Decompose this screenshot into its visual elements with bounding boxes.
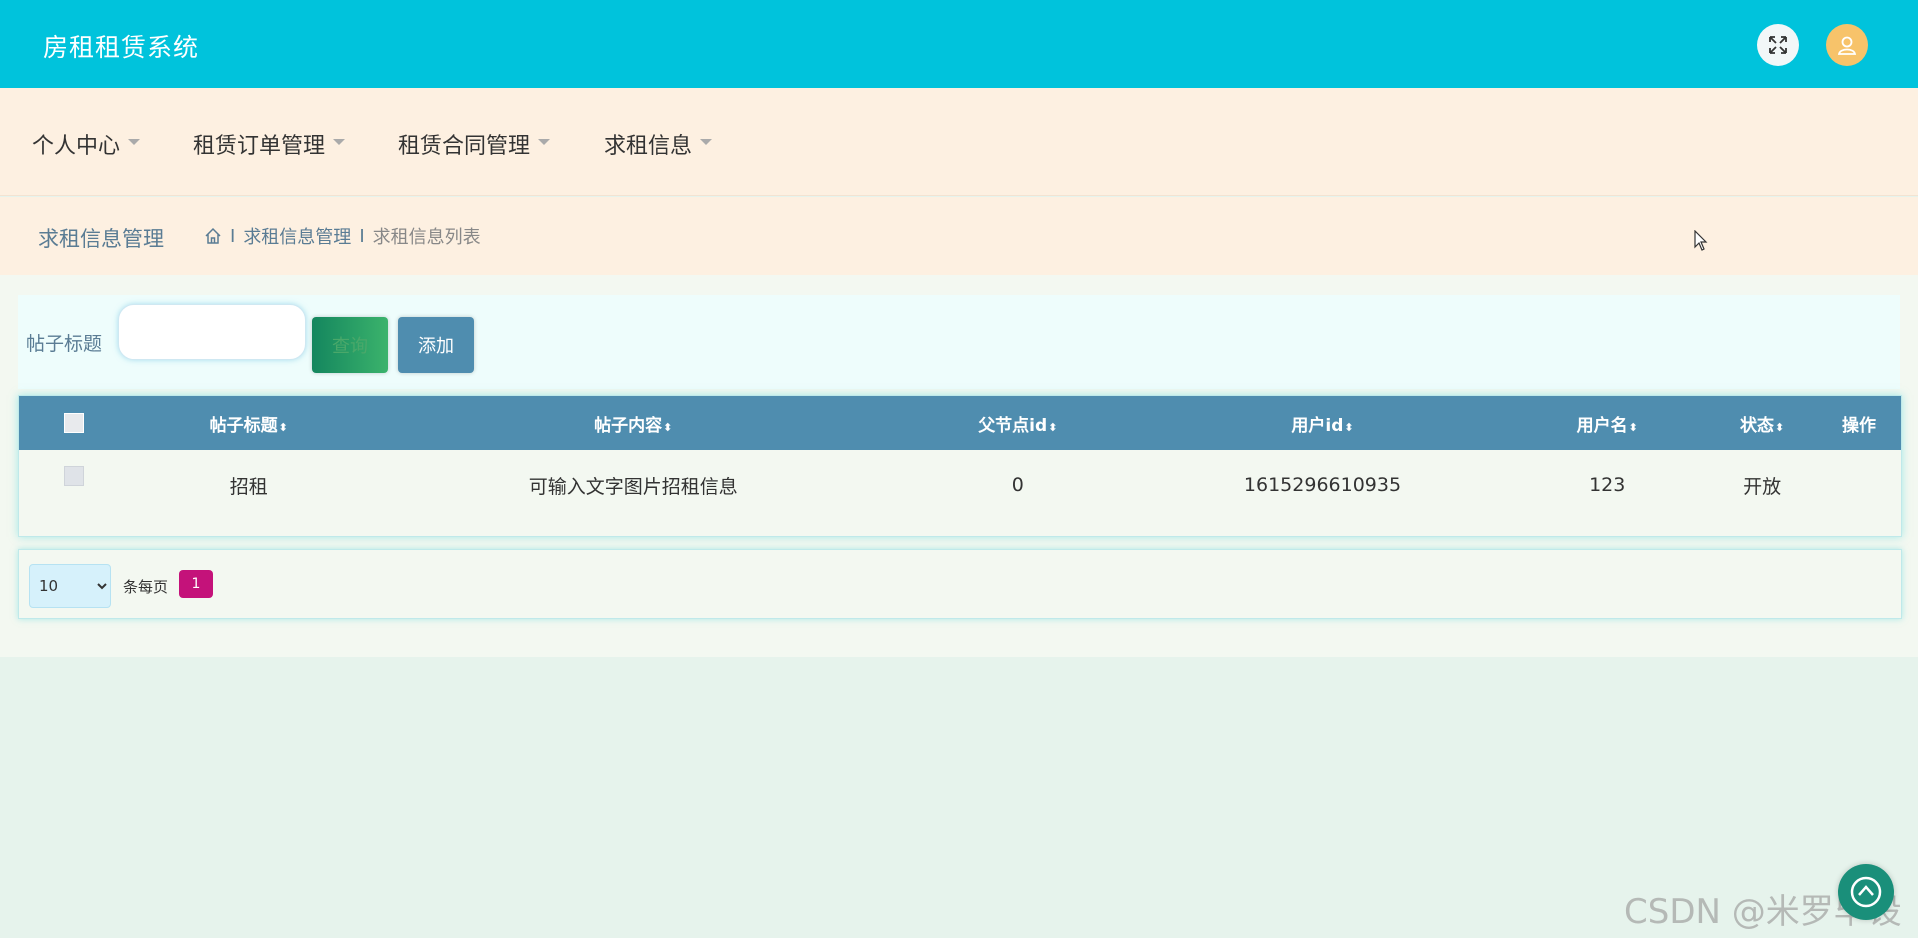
page-button-current[interactable]: 1 — [179, 570, 213, 598]
nav-item-rental-orders[interactable]: 租赁订单管理 — [193, 128, 346, 160]
cell-content: 可输入文字图片招租信息 — [528, 475, 738, 498]
table-row: 招租 可输入文字图片招租信息 0 1615296610935 123 开放 — [19, 450, 1901, 520]
breadcrumb-separator: I — [359, 225, 365, 247]
breadcrumb-bar: 求租信息管理 I 求租信息管理 I 求租信息列表 — [0, 197, 1918, 275]
sort-icon: ⬍ — [1774, 420, 1785, 434]
sort-icon: ⬍ — [663, 420, 673, 434]
fullscreen-button[interactable] — [1757, 24, 1799, 66]
nav-item-label: 求租信息 — [604, 134, 693, 159]
column-header-content[interactable]: 帖子内容⬍ — [369, 396, 898, 450]
nav-item-personal-center[interactable]: 个人中心 — [32, 128, 141, 160]
caret-down-icon — [538, 139, 551, 145]
top-header: 房租租赁系统 — [0, 0, 1918, 88]
home-icon[interactable] — [204, 227, 222, 245]
arrow-up-icon — [1850, 876, 1882, 908]
caret-down-icon — [128, 139, 141, 145]
cell-title: 招租 — [229, 475, 268, 498]
column-header-parent-id[interactable]: 父节点id⬍ — [898, 396, 1138, 450]
column-header-actions: 操作 — [1842, 415, 1876, 436]
column-header-username[interactable]: 用户名⬍ — [1507, 396, 1707, 450]
breadcrumb: I 求租信息管理 I 求租信息列表 — [204, 223, 481, 249]
per-page-label: 条每页 — [123, 578, 169, 596]
cell-actions — [1817, 450, 1901, 520]
nav-item-rental-requests[interactable]: 求租信息 — [604, 128, 713, 160]
cell-username: 123 — [1589, 474, 1626, 496]
user-icon — [1837, 36, 1857, 55]
sort-icon: ⬍ — [278, 420, 288, 434]
pagination: 10 条每页 1 — [18, 549, 1902, 619]
content-panel: 帖子标题 查询 添加 帖子标题⬍ 帖子内容⬍ 父节点id⬍ 用户id⬍ 用户名⬍… — [0, 275, 1918, 657]
cell-status: 开放 — [1743, 475, 1782, 498]
nav-item-label: 租赁合同管理 — [398, 134, 531, 159]
page-title: 求租信息管理 — [38, 227, 164, 251]
table-header-row: 帖子标题⬍ 帖子内容⬍ 父节点id⬍ 用户id⬍ 用户名⬍ 状态⬍ 操作 — [19, 396, 1901, 450]
add-button[interactable]: 添加 — [398, 317, 474, 373]
row-checkbox[interactable] — [63, 465, 84, 486]
breadcrumb-current: 求租信息列表 — [372, 227, 481, 248]
mouse-cursor-icon — [1694, 230, 1708, 251]
caret-down-icon — [700, 139, 713, 145]
column-header-status[interactable]: 状态⬍ — [1707, 396, 1817, 450]
user-avatar-button[interactable] — [1826, 24, 1868, 66]
query-button[interactable]: 查询 — [312, 317, 388, 373]
sort-icon: ⬍ — [1628, 420, 1638, 434]
search-label: 帖子标题 — [26, 333, 103, 355]
breadcrumb-separator: I — [230, 225, 236, 247]
app-title: 房租租赁系统 — [43, 33, 200, 62]
data-table: 帖子标题⬍ 帖子内容⬍ 父节点id⬍ 用户id⬍ 用户名⬍ 状态⬍ 操作 招租 … — [18, 395, 1902, 537]
back-to-top-button[interactable] — [1838, 864, 1894, 920]
cell-user-id: 1615296610935 — [1243, 474, 1402, 496]
post-title-input[interactable] — [118, 304, 306, 360]
sort-icon: ⬍ — [1344, 420, 1354, 434]
nav-item-label: 租赁订单管理 — [193, 134, 326, 159]
expand-arrows-icon — [1769, 36, 1787, 54]
nav-item-rental-contracts[interactable]: 租赁合同管理 — [398, 128, 551, 160]
sort-icon: ⬍ — [1048, 420, 1058, 434]
column-header-title[interactable]: 帖子标题⬍ — [129, 396, 369, 450]
main-nav: 个人中心 租赁订单管理 租赁合同管理 求租信息 — [0, 88, 1918, 196]
column-header-user-id[interactable]: 用户id⬍ — [1138, 396, 1508, 450]
caret-down-icon — [333, 139, 346, 145]
search-form: 帖子标题 查询 添加 — [18, 295, 1900, 389]
breadcrumb-link[interactable]: 求租信息管理 — [243, 223, 351, 249]
page-size-select[interactable]: 10 — [29, 564, 111, 608]
nav-item-label: 个人中心 — [32, 134, 121, 159]
cell-parent-id: 0 — [1011, 474, 1024, 496]
select-all-checkbox[interactable] — [63, 413, 84, 433]
